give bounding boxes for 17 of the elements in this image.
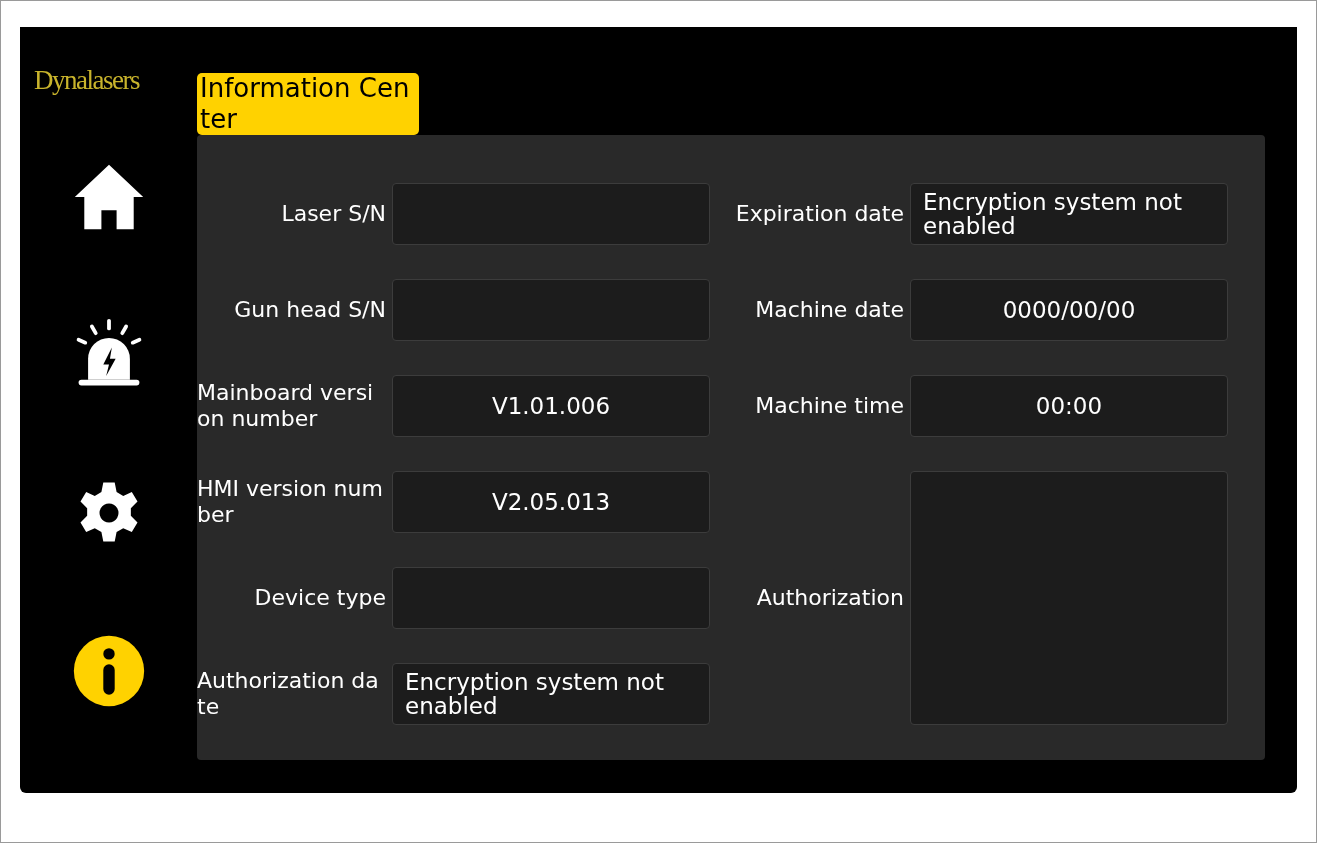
field-label: Expiration date	[735, 201, 904, 227]
value-field: 0000/00/00	[910, 279, 1228, 341]
field-label: Device type	[254, 585, 386, 611]
value-field: V1.01.006	[392, 375, 710, 437]
value-field: Encryption system not enabled	[392, 663, 710, 725]
field-label: HMI version number	[197, 476, 384, 528]
value-field: Encryption system not enabled	[910, 183, 1228, 245]
brand-logo: Dynalasers	[34, 65, 139, 95]
field-label: Machine date	[755, 297, 904, 323]
field-label: Gun head S/N	[234, 297, 386, 323]
value-field: V2.05.013	[392, 471, 710, 533]
field-label: Machine time	[755, 393, 904, 419]
field-label: Authorization date	[197, 668, 380, 720]
field-label: Mainboard version number	[197, 380, 375, 432]
field-label: Authorization	[756, 585, 904, 611]
field-label: Laser S/N	[281, 201, 386, 227]
value-field: 00:00	[910, 375, 1228, 437]
